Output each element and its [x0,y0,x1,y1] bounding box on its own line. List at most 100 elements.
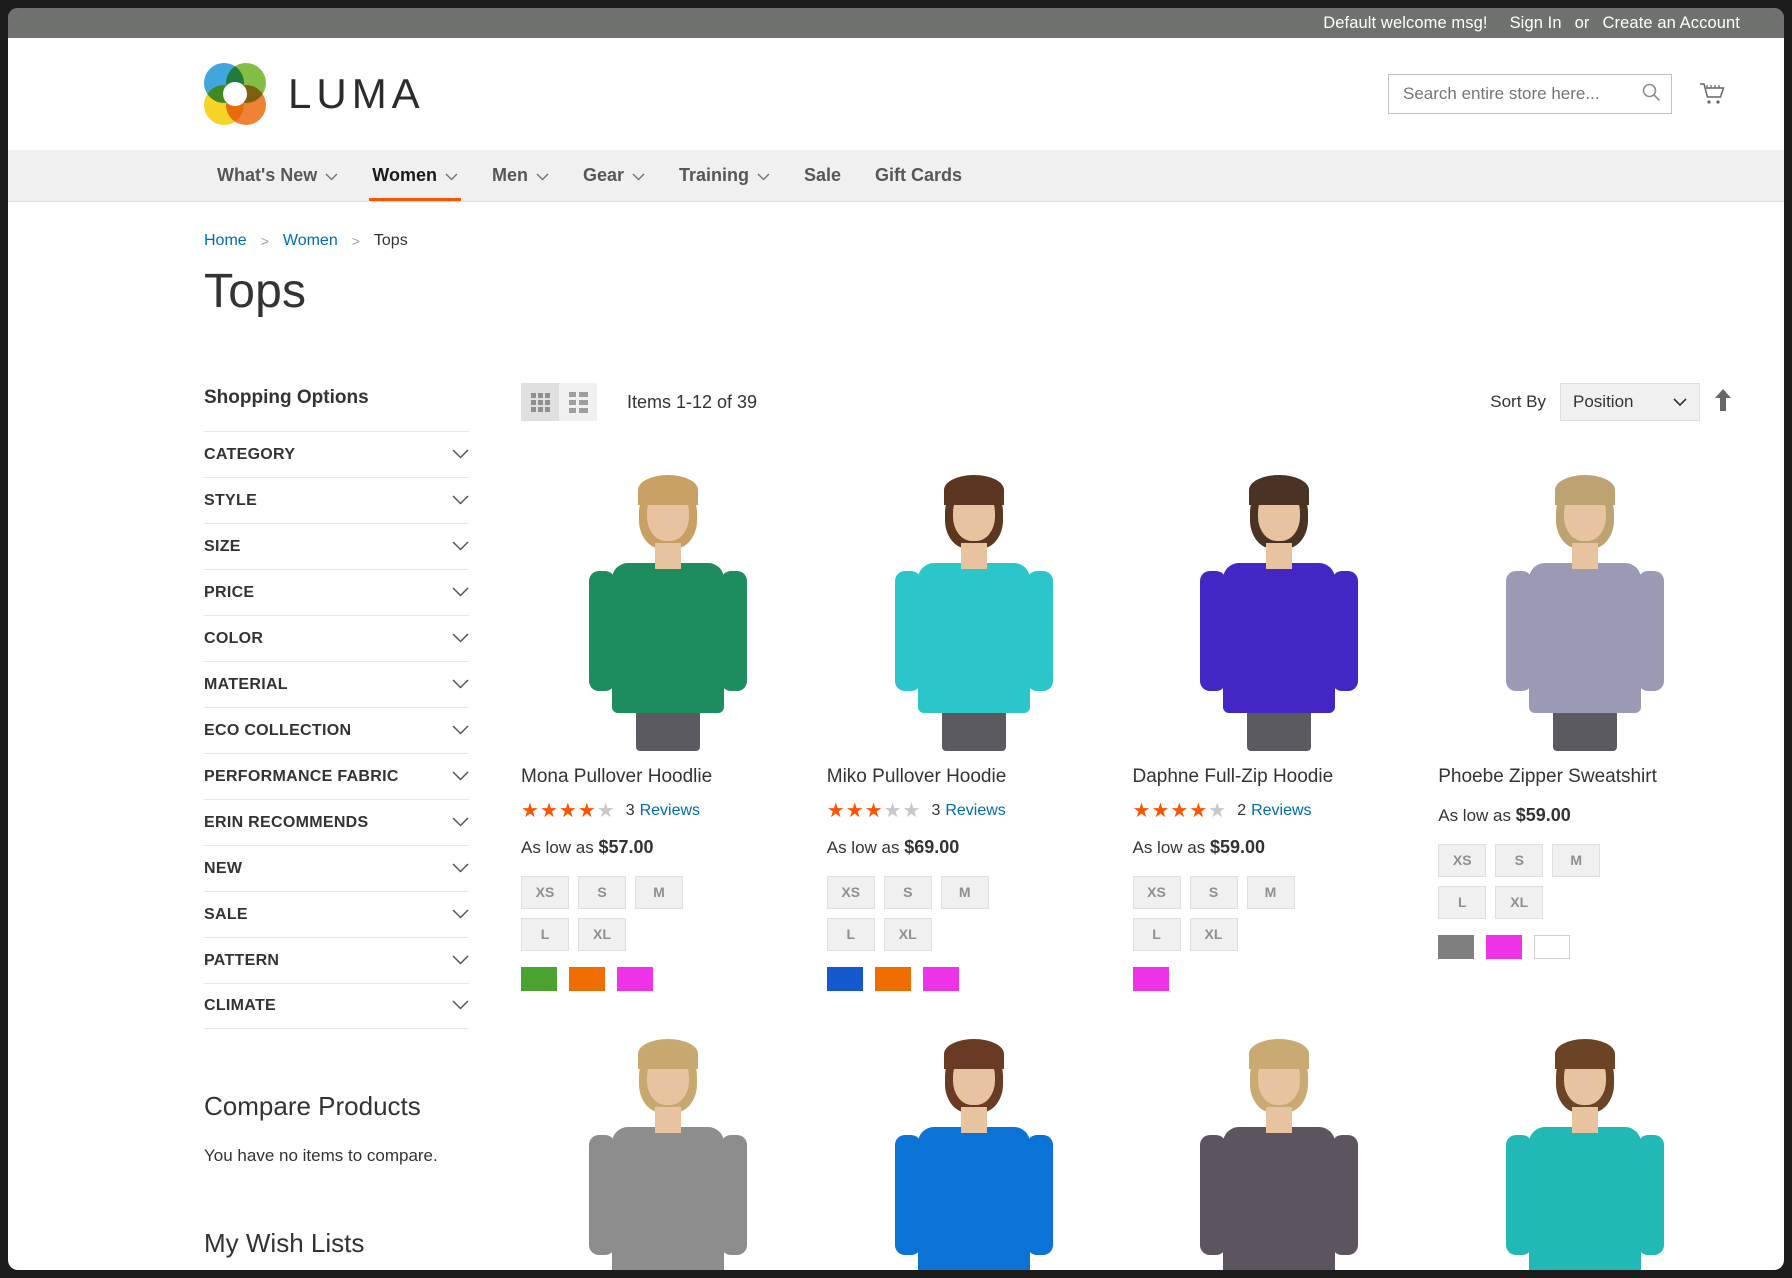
size-option-m[interactable]: M [635,875,683,909]
product-image[interactable] [1438,1014,1732,1270]
size-option-xs[interactable]: XS [521,875,569,909]
filter-material[interactable]: MATERIAL [204,661,469,707]
product-card[interactable]: Mona Pullover Hoodlie ★★★★★ 3 Reviews As low… [521,451,815,991]
size-option-l[interactable]: L [1132,917,1181,951]
color-swatch[interactable] [874,966,911,991]
size-option-s[interactable]: S [1189,875,1238,909]
breadcrumb-item-home[interactable]: Home [204,232,247,250]
search-icon[interactable] [1641,82,1661,107]
product-image[interactable] [826,1014,1121,1270]
color-swatch[interactable] [826,966,863,991]
shopping-cart-icon[interactable] [1692,74,1732,114]
color-options [521,966,815,991]
reviews-link[interactable]: Reviews [1251,802,1311,819]
size-option-xl[interactable]: XL [578,917,626,951]
size-option-m[interactable]: M [1552,843,1601,877]
nav-item-men[interactable]: Men [475,150,566,201]
product-name[interactable]: Mona Pullover Hoodlie [521,765,815,789]
grid-view-icon[interactable] [521,383,559,421]
size-option-l[interactable]: L [1438,885,1487,919]
product-card[interactable]: Daphne Full-Zip Hoodie ★★★★★ 2 Reviews As lo… [1132,451,1427,991]
color-swatch[interactable] [922,966,959,991]
site-header: LUMA [8,38,1784,150]
size-option-xl[interactable]: XL [1189,917,1238,951]
filter-eco-collection[interactable]: ECO COLLECTION [204,707,469,753]
color-swatch[interactable] [1534,934,1571,959]
chevron-down-icon [632,165,645,186]
product-name[interactable]: Phoebe Zipper Sweatshirt [1438,765,1732,789]
list-view-icon[interactable] [559,383,597,421]
product-image[interactable] [826,451,1121,751]
nav-item-gear[interactable]: Gear [566,150,662,201]
reviews-link[interactable]: Reviews [640,802,700,819]
product-card[interactable] [1132,1014,1427,1270]
product-image[interactable] [521,1014,815,1270]
filter-climate[interactable]: CLIMATE [204,983,469,1029]
chevron-down-icon [452,952,469,970]
color-swatch[interactable] [521,966,557,991]
product-card[interactable]: Phoebe Zipper Sweatshirt As low as $59.00… [1438,451,1732,991]
product-toolbar: Items 1-12 of 39 Sort By Position [521,379,1732,425]
product-name[interactable]: Miko Pullover Hoodie [827,765,1121,789]
size-option-l[interactable]: L [826,917,875,951]
nav-item-gift-cards[interactable]: Gift Cards [858,150,979,201]
product-image[interactable] [1132,1014,1427,1270]
nav-item-what-s-new[interactable]: What's New [200,150,355,201]
filter-size[interactable]: SIZE [204,523,469,569]
logo[interactable]: LUMA [204,63,425,125]
search-input[interactable] [1403,84,1641,104]
product-card[interactable] [1438,1014,1732,1270]
nav-item-sale[interactable]: Sale [787,150,858,201]
size-option-xs[interactable]: XS [1438,843,1487,877]
breadcrumb-item-women[interactable]: Women [283,232,338,250]
filter-price[interactable]: PRICE [204,569,469,615]
filter-performance-fabric[interactable]: PERFORMANCE FABRIC [204,753,469,799]
star-rating-icon: ★★★★★ [826,799,922,822]
page-body: Shopping Options CATEGORY STYLE SIZE PRICE C… [8,319,1784,1270]
view-mode-switcher [521,383,597,421]
color-swatch[interactable] [617,966,653,991]
price-value: $59.00 [1209,836,1266,857]
size-option-s[interactable]: S [1495,843,1544,877]
reviews-link[interactable]: Reviews [945,802,1005,819]
product-image[interactable] [1438,451,1732,751]
sort-by-select[interactable]: Position [1560,383,1700,421]
size-option-xl[interactable]: XL [1495,885,1544,919]
product-image[interactable] [521,451,815,751]
sort-ascending-arrow-icon[interactable] [1714,388,1732,416]
nav-item-label: Training [679,165,750,185]
color-swatch[interactable] [569,966,605,991]
color-swatch[interactable] [1132,966,1169,991]
size-option-xl[interactable]: XL [883,917,932,951]
size-option-xs[interactable]: XS [826,875,875,909]
filter-new[interactable]: NEW [204,845,469,891]
product-card[interactable] [826,1014,1121,1270]
filter-erin-recommends[interactable]: ERIN RECOMMENDS [204,799,469,845]
nav-item-training[interactable]: Training [662,150,787,201]
color-swatch[interactable] [1486,934,1523,959]
product-name[interactable]: Daphne Full-Zip Hoodie [1133,765,1427,789]
sign-in-link[interactable]: Sign In [1510,14,1562,33]
review-count: 2 Reviews [1237,801,1312,819]
nav-item-women[interactable]: Women [355,150,475,201]
filter-style[interactable]: STYLE [204,477,469,523]
search-box[interactable] [1388,74,1672,114]
sidebar: Shopping Options CATEGORY STYLE SIZE PRICE C… [204,319,469,1270]
filter-pattern[interactable]: PATTERN [204,937,469,983]
size-option-xs[interactable]: XS [1132,875,1181,909]
size-option-l[interactable]: L [521,917,569,951]
product-card[interactable]: Miko Pullover Hoodie ★★★★★ 3 Reviews As low … [826,451,1121,991]
filter-label: ERIN RECOMMENDS [204,813,369,831]
create-account-link[interactable]: Create an Account [1603,14,1740,33]
filter-sale[interactable]: SALE [204,891,469,937]
size-option-s[interactable]: S [578,875,626,909]
color-swatch[interactable] [1438,934,1475,959]
filter-color[interactable]: COLOR [204,615,469,661]
size-option-s[interactable]: S [883,875,932,909]
product-image[interactable] [1132,451,1427,751]
size-option-m[interactable]: M [1246,875,1295,909]
product-card[interactable] [521,1014,815,1270]
size-option-m[interactable]: M [940,875,989,909]
filter-category[interactable]: CATEGORY [204,431,469,477]
filter-label: PATTERN [204,951,280,969]
